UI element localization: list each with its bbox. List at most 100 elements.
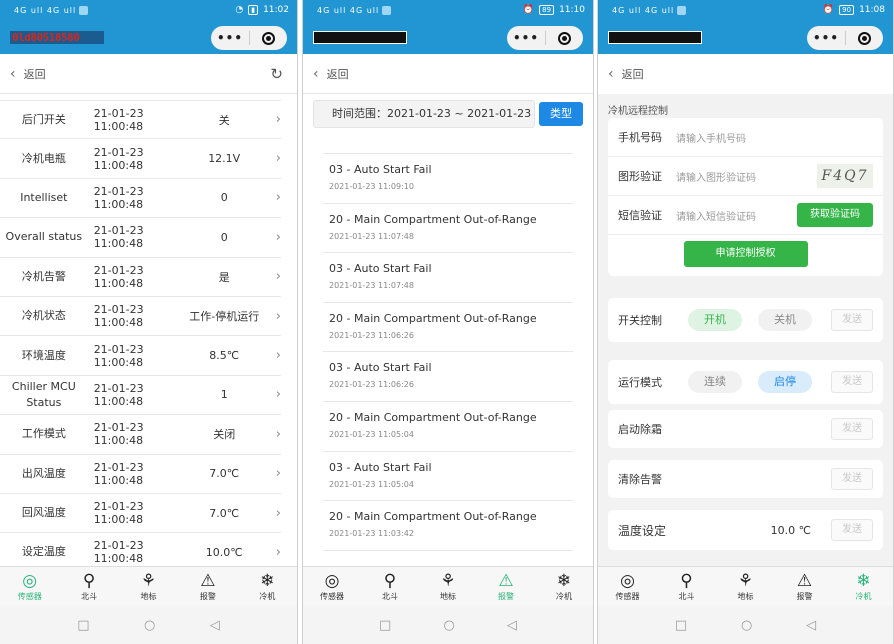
recents-icon[interactable]: □ [379,618,391,633]
tab-snowflake[interactable]: ❄ 冷机 [535,567,593,606]
tab-alarm[interactable]: ⚠ 报警 [178,567,237,606]
sensor-row[interactable]: Chiller MCU Status 21-01-23 11:00:48 1 › [0,376,281,416]
mini-program-header: ••• [598,20,893,54]
more-icon[interactable]: ••• [211,31,249,45]
sensor-name: 冷机电瓶 [21,151,66,165]
back-triangle-icon[interactable]: ◁ [507,618,517,633]
sensor-value: 0 [220,191,228,205]
sensor-time: 21-01-23 11:00:48 [93,224,144,251]
home-icon[interactable]: ○ [443,618,454,633]
alarm-row[interactable]: 03 - Auto Start Fail 2021-01-23 11:06:26 [323,352,573,402]
capsule-menu[interactable]: ••• [807,26,883,50]
tab-alarm[interactable]: ⚠ 报警 [477,567,535,606]
tab-landmark[interactable]: ⚘ 地标 [419,567,477,606]
alarm-clock-icon: ⏰ [822,5,835,15]
sensor-row[interactable]: Overall status 21-01-23 11:00:48 0 › [0,218,281,258]
home-icon[interactable]: ○ [741,618,752,633]
signal-indicator: 4G ull 4G ull [317,5,392,15]
switch-send-button[interactable]: 发送 [831,309,873,331]
chevron-right-icon: › [275,151,281,167]
sensor-row[interactable]: Intelliset 21-01-23 11:00:48 0 › [0,179,281,219]
apply-authorization-button[interactable]: 申请控制授权 [683,241,808,267]
recents-icon[interactable]: □ [77,618,89,633]
alarm-time: 2021-01-23 11:05:04 [329,429,414,439]
tab-location-pin[interactable]: ⚲ 北斗 [361,567,419,606]
alarm-row[interactable]: 20 - Main Compartment Out-of-Range 2021-0… [323,402,573,452]
continuous-mode-button[interactable]: 连续 [688,371,742,393]
sensor-row[interactable]: 冷机告警 21-01-23 11:00:48 是 › [0,258,281,297]
more-icon[interactable]: ••• [807,31,845,45]
get-code-button[interactable]: 获取验证码 [797,203,873,227]
captcha-input[interactable]: 请输入图形验证码 [676,169,817,184]
remote-control-body: 冷机远程控制 手机号码 请输入手机号码 图形验证 请输入图形验证码 F4Q7 短… [598,94,893,566]
sensor-time: 21-01-23 11:00:48 [93,500,144,527]
back-chevron-icon[interactable]: ‹ [313,66,319,82]
android-nav-bar: □ ○ ◁ [598,606,893,644]
sensor-time: 21-01-23 11:00:48 [93,184,144,211]
tab-landmark[interactable]: ⚘ 地标 [716,567,775,606]
type-filter-button[interactable]: 类型 [539,102,583,126]
more-icon[interactable]: ••• [507,31,545,45]
tab-alarm[interactable]: ⚠ 报警 [775,567,834,606]
capsule-menu[interactable]: ••• [507,26,583,50]
start-stop-mode-button[interactable]: 启停 [758,371,812,393]
sensor-row[interactable]: 出风温度 21-01-23 11:00:48 7.0℃ › [0,455,281,494]
tab-location-pin[interactable]: ⚲ 北斗 [657,567,716,606]
alarm-row[interactable]: 03 - Auto Start Fail 2021-01-23 11:07:48 [323,253,573,303]
partial-row [323,140,573,154]
sensor-row[interactable]: 设定温度 21-01-23 11:00:48 10.0℃ › [0,533,281,566]
alarm-row[interactable]: 20 - Main Compartment Out-of-Range 2021-0… [323,204,573,254]
temperature-send-button[interactable]: 发送 [831,519,873,541]
phone-input[interactable]: 请输入手机号码 [676,130,873,145]
back-triangle-icon[interactable]: ◁ [210,618,220,633]
close-target-icon[interactable] [250,31,287,45]
alarm-row[interactable]: 20 - Main Compartment Out-of-Range 2021-0… [323,501,573,551]
home-icon[interactable]: ○ [144,618,155,633]
tab-sensor[interactable]: ◎ 传感器 [0,567,59,606]
sensor-row[interactable]: 后门开关 21-01-23 11:00:48 关 › [0,100,281,140]
alarm-row[interactable]: 03 - Auto Start Fail 2021-01-23 11:09:10 [323,154,573,204]
sensor-row[interactable]: 冷机状态 21-01-23 11:00:48 工作-停机运行 › [0,297,281,337]
power-off-button[interactable]: 关机 [758,309,812,331]
capsule-menu[interactable]: ••• [211,26,287,50]
sensor-name: 出风温度 [21,466,66,480]
alarm-row[interactable]: 20 - Main Compartment Out-of-Range 2021-0… [323,303,573,353]
back-button[interactable]: 返回 [622,66,644,82]
landmark-icon: ⚘ [440,571,456,591]
temperature-value[interactable]: 10.0 ℃ [771,524,811,537]
close-target-icon[interactable] [546,31,583,45]
defrost-send-button[interactable]: 发送 [831,418,873,440]
back-chevron-icon[interactable]: ‹ [608,66,614,82]
alarm-title: 03 - Auto Start Fail [329,163,432,176]
tab-snowflake[interactable]: ❄ 冷机 [834,567,893,606]
sensor-row[interactable]: 工作模式 21-01-23 11:00:48 关闭 › [0,415,281,455]
sensor-row[interactable]: 冷机电瓶 21-01-23 11:00:48 12.1V › [0,139,281,179]
tab-sensor[interactable]: ◎ 传感器 [303,567,361,606]
chevron-right-icon: › [275,269,281,285]
back-button[interactable]: 返回 [24,66,46,82]
tab-sensor[interactable]: ◎ 传感器 [598,567,657,606]
refresh-icon[interactable]: ↻ [270,65,283,83]
sensor-row[interactable]: 回风温度 21-01-23 11:00:48 7.0℃ › [0,494,281,534]
alarm-time: 2021-01-23 11:06:26 [329,330,414,340]
tab-location-pin[interactable]: ⚲ 北斗 [59,567,118,606]
tab-bar: ◎ 传感器 ⚲ 北斗 ⚘ 地标 ⚠ 报警 ❄ 冷机 [303,566,593,606]
captcha-image[interactable]: F4Q7 [817,164,873,188]
sensor-row[interactable]: 环境温度 21-01-23 11:00:48 8.5℃ › [0,336,281,376]
close-target-icon[interactable] [846,31,883,45]
back-chevron-icon[interactable]: ‹ [10,66,16,82]
date-range-picker[interactable]: 时间范围：2021-01-23 ~ 2021-01-23 [313,100,535,128]
alarm-time: 2021-01-23 11:06:26 [329,380,414,390]
back-button[interactable]: 返回 [327,66,349,82]
sms-input[interactable]: 请输入短信验证码 [676,208,797,223]
alarm-time: 2021-01-23 11:07:48 [329,281,414,291]
tab-snowflake[interactable]: ❄ 冷机 [238,567,297,606]
tab-landmark[interactable]: ⚘ 地标 [119,567,178,606]
recents-icon[interactable]: □ [675,618,687,633]
sensor-value: 8.5℃ [209,349,240,363]
alarm-row[interactable]: 03 - Auto Start Fail 2021-01-23 11:05:04 [323,452,573,502]
clear-alarm-send-button[interactable]: 发送 [831,468,873,490]
back-triangle-icon[interactable]: ◁ [806,618,816,633]
power-on-button[interactable]: 开机 [688,309,742,331]
mode-send-button[interactable]: 发送 [831,371,873,393]
